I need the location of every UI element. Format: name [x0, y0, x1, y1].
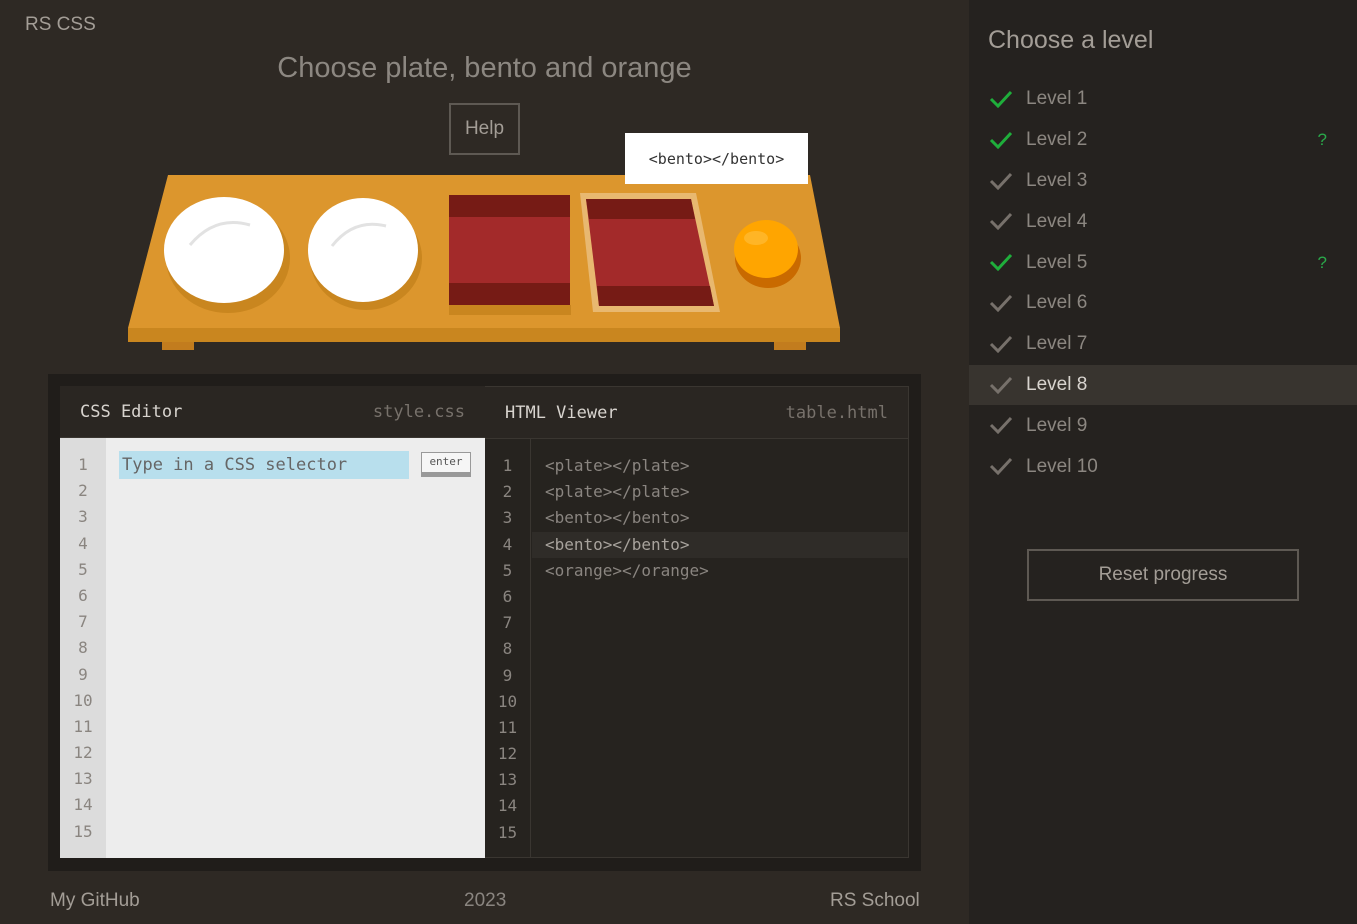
html-viewer-pane: HTML Viewer table.html 1 2 3 4 5 6 7 8 9 10 11 12 13… — [485, 386, 909, 858]
html-line-number: 15 — [497, 822, 518, 842]
level-item[interactable]: Level 7 — [969, 324, 1357, 365]
bento-1[interactable] — [449, 195, 571, 315]
css-line-number: 7 — [78, 612, 88, 632]
html-line-number: 3 — [502, 508, 513, 528]
css-line-number: 3 — [78, 507, 88, 527]
css-line-number: 11 — [73, 716, 93, 736]
level-item[interactable]: Level 2? — [969, 120, 1357, 161]
css-selector-input[interactable] — [119, 451, 409, 479]
html-code-line[interactable]: <bento></bento> — [532, 505, 908, 531]
check-icon — [989, 254, 1013, 272]
css-line-number: 13 — [73, 769, 93, 789]
level-label: Level 2 — [1026, 129, 1088, 151]
sidebar-title: Choose a level — [988, 26, 1154, 54]
level-item[interactable]: Level 3 — [969, 161, 1357, 202]
css-line-number: 6 — [78, 585, 88, 605]
css-editor-pane: CSS Editor style.css 1 2 3 4 5 6 7 8 9 10 11 12 13 14… — [60, 386, 485, 858]
css-line-number: 14 — [73, 795, 93, 815]
level-label: Level 3 — [1026, 169, 1088, 191]
level-item[interactable]: Level 8 — [969, 364, 1357, 406]
reset-progress-button[interactable]: Reset progress — [1027, 549, 1299, 601]
rs-school-link[interactable]: RS School — [830, 890, 920, 912]
check-icon — [989, 172, 1013, 190]
task-title: Choose plate, bento and orange — [277, 52, 692, 84]
html-code-line[interactable]: <orange></orange> — [532, 558, 908, 584]
css-line-number: 1 — [78, 455, 88, 474]
html-code-line[interactable]: <plate></plate> — [532, 479, 908, 505]
css-line-number: 2 — [78, 481, 88, 501]
css-editor-title: CSS Editor — [80, 401, 183, 422]
html-code-line[interactable]: <plate></plate> — [532, 453, 908, 479]
footer-year: 2023 — [464, 890, 507, 911]
html-line-number: 12 — [497, 744, 518, 764]
level-item[interactable]: Level 1 — [969, 79, 1357, 120]
level-item[interactable]: Level 5? — [969, 242, 1357, 283]
html-line-number: 5 — [502, 560, 513, 580]
element-tooltip: <bento></bento> — [625, 133, 808, 184]
level-label: Level 6 — [1026, 292, 1088, 314]
level-item[interactable]: Level 4 — [969, 201, 1357, 242]
level-label: Level 1 — [1026, 88, 1088, 110]
level-help-icon[interactable]: ? — [1318, 130, 1327, 150]
css-line-number: 10 — [73, 690, 93, 710]
html-line-number: 7 — [502, 613, 513, 633]
check-icon — [989, 376, 1013, 394]
html-line-number: 6 — [502, 586, 513, 606]
css-line-number: 15 — [73, 821, 93, 841]
check-icon — [989, 335, 1013, 353]
level-label: Level 8 — [1026, 373, 1088, 395]
check-icon — [989, 131, 1013, 149]
html-line-gutter: 1 2 3 4 5 6 7 8 9 10 11 12 13 14 15 — [485, 439, 531, 857]
html-viewer-title: HTML Viewer — [505, 402, 618, 423]
html-viewer-filename: table.html — [785, 402, 888, 423]
html-code: <plate></plate> <plate></plate> <bento></b… — [532, 453, 908, 584]
css-editor-filename: style.css — [372, 401, 465, 422]
check-icon — [989, 458, 1013, 476]
html-line-number: 4 — [502, 534, 513, 554]
css-line-number: 12 — [73, 743, 93, 763]
level-label: Level 4 — [1026, 210, 1088, 232]
level-label: Level 7 — [1026, 333, 1088, 355]
check-icon — [989, 294, 1013, 312]
css-line-number: 9 — [78, 664, 88, 684]
css-line-number: 4 — [78, 533, 88, 553]
level-label: Level 10 — [1026, 455, 1098, 477]
level-help-icon[interactable]: ? — [1318, 253, 1327, 273]
help-button[interactable]: Help — [449, 103, 520, 155]
html-line-number: 14 — [497, 796, 518, 816]
level-item[interactable]: Level 9 — [969, 405, 1357, 446]
check-icon — [989, 90, 1013, 108]
editor-frame: CSS Editor style.css 1 2 3 4 5 6 7 8 9 10 11 12 13 14… — [48, 374, 921, 871]
html-line-number: 8 — [502, 639, 513, 659]
level-sidebar: Choose a level Level 1 Level 2? Level 3 Lev… — [969, 0, 1357, 924]
html-line-number: 1 — [502, 456, 513, 475]
enter-button[interactable]: enter — [421, 452, 471, 477]
html-code-line[interactable]: <bento></bento> — [532, 531, 908, 558]
app-logo: RS CSS — [25, 14, 96, 35]
html-viewer-header: HTML Viewer table.html — [485, 387, 908, 439]
check-icon — [989, 417, 1013, 435]
level-item[interactable]: Level 10 — [969, 446, 1357, 487]
css-line-number: 5 — [78, 559, 88, 579]
bento-2[interactable] — [580, 193, 720, 312]
css-editor-header: CSS Editor style.css — [60, 386, 485, 438]
check-icon — [989, 213, 1013, 231]
html-line-number: 9 — [502, 665, 513, 685]
html-line-number: 10 — [497, 691, 518, 711]
level-label: Level 9 — [1026, 414, 1088, 436]
level-list: Level 1 Level 2? Level 3 Level 4 Level 5? Lev… — [969, 79, 1357, 487]
css-line-number: 8 — [78, 638, 88, 658]
level-item[interactable]: Level 6 — [969, 283, 1357, 324]
level-label: Level 5 — [1026, 251, 1088, 273]
github-link[interactable]: My GitHub — [50, 890, 140, 912]
table-edge — [128, 328, 840, 342]
html-line-number: 13 — [497, 770, 518, 790]
css-line-gutter: 1 2 3 4 5 6 7 8 9 10 11 12 13 14 15 — [60, 438, 106, 858]
table-scene — [120, 170, 850, 360]
html-line-number: 2 — [502, 482, 513, 502]
html-line-number: 11 — [497, 717, 518, 737]
